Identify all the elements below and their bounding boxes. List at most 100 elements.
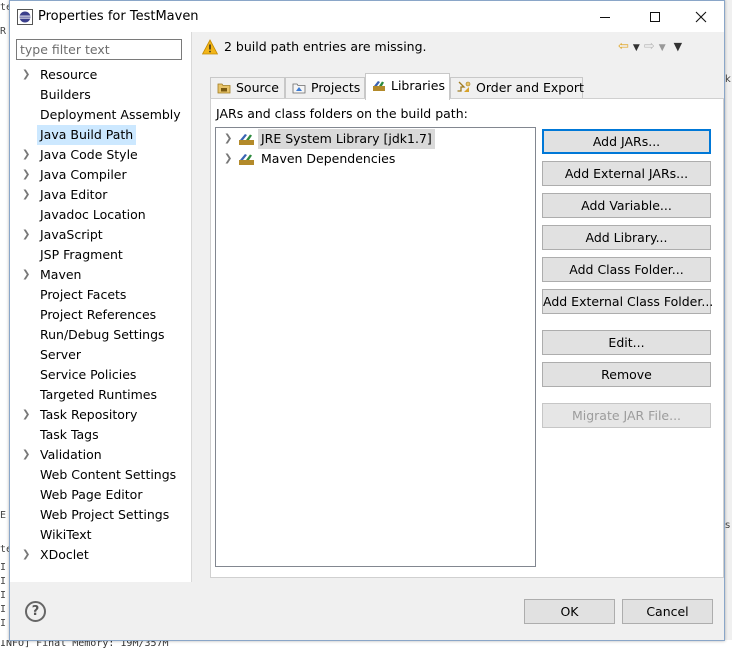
tab-label: Source — [236, 80, 279, 95]
expand-chevron-icon[interactable]: ❯ — [22, 145, 32, 165]
sidebar-item-label: Builders — [40, 87, 91, 102]
expand-chevron-icon[interactable]: ❯ — [22, 185, 32, 205]
sidebar-item[interactable]: Web Project Settings — [10, 505, 191, 525]
library-label: JRE System Library [jdk1.7] — [258, 129, 435, 149]
sidebar-item-label: Java Editor — [40, 187, 108, 202]
library-entry-maven[interactable]: ❯ Maven Dependencies — [216, 149, 535, 169]
tab-projects[interactable]: Projects — [285, 77, 365, 99]
sidebar-item-label: XDoclet — [40, 547, 89, 562]
sidebar-item-label: Task Tags — [40, 427, 99, 442]
tab-libraries[interactable]: Libraries — [365, 73, 450, 100]
sidebar-item[interactable]: WikiText — [10, 525, 191, 545]
sidebar-item[interactable]: Project Facets — [10, 285, 191, 305]
ok-button[interactable]: OK — [524, 599, 615, 624]
sidebar-item[interactable]: Web Content Settings — [10, 465, 191, 485]
expand-chevron-icon[interactable]: ❯ — [22, 65, 32, 85]
tab-order-and-export[interactable]: Order and Export — [450, 77, 584, 99]
library-entry-jre[interactable]: ❯ JRE System Library [jdk1.7] — [216, 129, 535, 149]
tab-source[interactable]: Source — [210, 77, 285, 99]
background-fragment: te — [0, 2, 9, 13]
sidebar-item-label: Javadoc Location — [40, 207, 146, 222]
sidebar-item[interactable]: Java Build Path — [10, 125, 191, 145]
background-editor-right: k s — [724, 0, 732, 648]
background-fragment: I — [0, 576, 7, 587]
sidebar-item-label: Maven — [40, 267, 82, 282]
add-class-folder-button[interactable]: Add Class Folder... — [542, 257, 711, 282]
sidebar-item-label: WikiText — [40, 527, 92, 542]
sidebar-item[interactable]: Server — [10, 345, 191, 365]
expand-chevron-icon[interactable]: ❯ — [22, 445, 32, 465]
tab-label: Order and Export — [476, 80, 584, 95]
sidebar-item[interactable]: ❯ Resource — [10, 65, 191, 85]
history-navigation: ⇦ ▼ ⇨ ▼ ▼ — [618, 39, 686, 54]
expand-chevron-icon[interactable]: ❯ — [22, 545, 32, 565]
background-fragment: te — [0, 544, 9, 555]
background-console-line: INFO] Final Memory: 19M/357M — [0, 640, 732, 648]
cancel-button[interactable]: Cancel — [622, 599, 713, 624]
add-external-jars-button[interactable]: Add External JARs... — [542, 161, 711, 186]
sidebar-item[interactable]: Builders — [10, 85, 191, 105]
background-fragment: I — [0, 562, 7, 573]
close-icon — [695, 11, 707, 22]
sidebar-item[interactable]: Service Policies — [10, 365, 191, 385]
background-editor-left: te R E te I I I I I — [0, 0, 9, 640]
sidebar-item[interactable]: ❯ Maven — [10, 265, 191, 285]
dialog-button-bar: ? OK Cancel — [10, 582, 724, 640]
sidebar-item[interactable]: Run/Debug Settings — [10, 325, 191, 345]
forward-arrow-icon[interactable]: ⇨ — [644, 39, 655, 54]
sidebar-item[interactable]: Task Tags — [10, 425, 191, 445]
sidebar-item-label: Java Compiler — [40, 167, 127, 182]
sidebar-item-label: Web Project Settings — [40, 507, 170, 522]
filter-input[interactable] — [16, 39, 182, 60]
help-icon[interactable]: ? — [25, 601, 46, 622]
libraries-heading: JARs and class folders on the build path… — [216, 106, 468, 121]
sidebar-item[interactable]: Project References — [10, 305, 191, 325]
sidebar-item-label: Web Content Settings — [40, 467, 177, 482]
minimize-button[interactable] — [582, 1, 628, 32]
add-library-button[interactable]: Add Library... — [542, 225, 711, 250]
sidebar-item[interactable]: ❯ Validation — [10, 445, 191, 465]
background-fragment: s — [725, 520, 731, 531]
forward-dropdown-icon[interactable]: ▼ — [659, 43, 666, 53]
sidebar-item[interactable]: ❯ Java Editor — [10, 185, 191, 205]
add-jars-button[interactable]: Add JARs... — [542, 129, 711, 154]
back-arrow-icon[interactable]: ⇦ — [618, 39, 629, 54]
sidebar-item[interactable]: JSP Fragment — [10, 245, 191, 265]
library-icon — [239, 154, 254, 165]
add-variable-button[interactable]: Add Variable... — [542, 193, 711, 218]
sidebar-item[interactable]: Targeted Runtimes — [10, 385, 191, 405]
expand-chevron-icon[interactable]: ❯ — [224, 149, 232, 169]
window-title: Properties for TestMaven — [38, 9, 199, 24]
sidebar-item[interactable]: ❯ Task Repository — [10, 405, 191, 425]
sidebar-item[interactable]: ❯ Java Compiler — [10, 165, 191, 185]
expand-chevron-icon[interactable]: ❯ — [22, 405, 32, 425]
sidebar-item[interactable]: ❯ JavaScript — [10, 225, 191, 245]
edit-button[interactable]: Edit... — [542, 330, 711, 355]
sidebar-item[interactable]: Web Page Editor — [10, 485, 191, 505]
tab-label: Projects — [311, 80, 361, 95]
maximize-icon — [650, 11, 660, 22]
expand-chevron-icon[interactable]: ❯ — [22, 225, 32, 245]
sidebar-item[interactable]: ❯ Java Code Style — [10, 145, 191, 165]
sidebar-item-label: Resource — [40, 67, 98, 82]
add-external-class-folder-button[interactable]: Add External Class Folder... — [542, 289, 713, 314]
expand-chevron-icon[interactable]: ❯ — [22, 265, 32, 285]
sidebar-item-label: Project Facets — [40, 287, 127, 302]
sidebar-item[interactable]: ❯ XDoclet — [10, 545, 191, 565]
view-menu-icon[interactable]: ▼ — [674, 40, 682, 53]
projects-icon — [292, 83, 306, 94]
libraries-tree[interactable]: ❯ JRE System Library [jdk1.7] ❯ Maven De… — [215, 127, 536, 567]
back-dropdown-icon[interactable]: ▼ — [633, 43, 640, 53]
sidebar-item[interactable]: Javadoc Location — [10, 205, 191, 225]
expand-chevron-icon[interactable]: ❯ — [22, 165, 32, 185]
remove-button[interactable]: Remove — [542, 362, 711, 387]
properties-dialog: Properties for TestMaven ❯ Resource Builde… — [9, 0, 725, 641]
maximize-button[interactable] — [632, 1, 678, 32]
sidebar-item[interactable]: Deployment Assembly — [10, 105, 191, 125]
expand-chevron-icon[interactable]: ❯ — [224, 129, 232, 149]
sidebar-item-label: Run/Debug Settings — [40, 327, 165, 342]
sidebar-item-label: Task Repository — [40, 407, 138, 422]
close-button[interactable] — [678, 1, 724, 32]
status-message: 2 build path entries are missing. — [224, 39, 427, 54]
sidebar-item-label: Validation — [40, 447, 102, 462]
